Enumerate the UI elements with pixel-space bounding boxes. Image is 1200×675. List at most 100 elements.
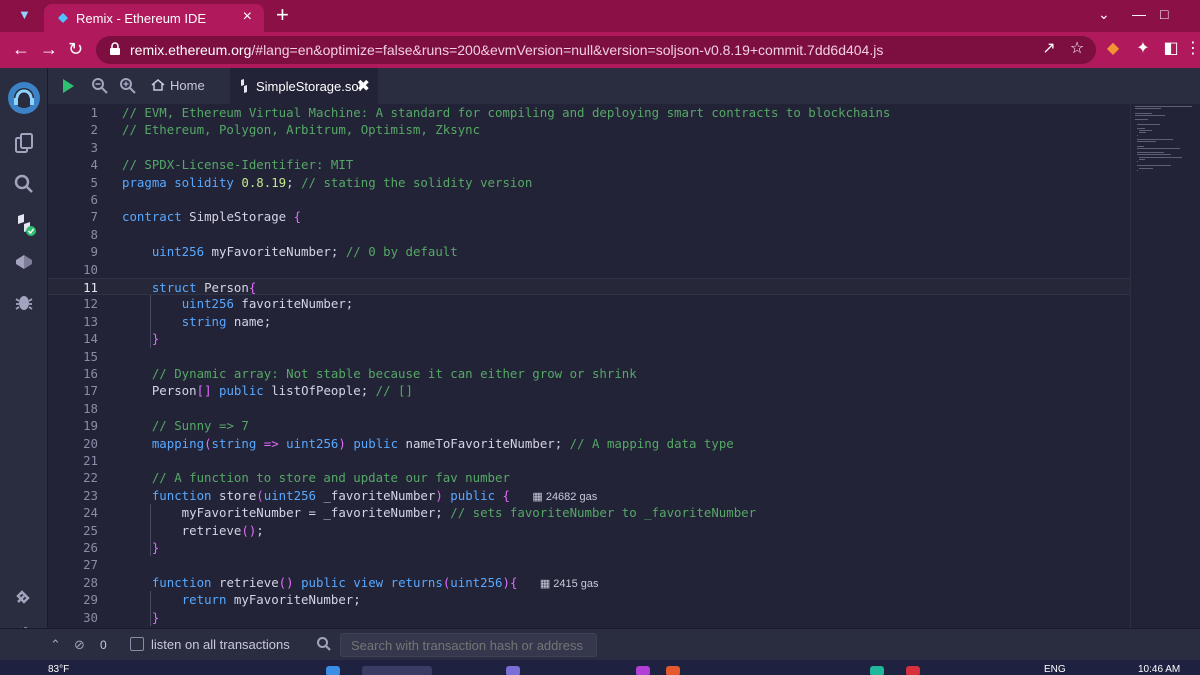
solidity-compiler-icon[interactable] (10, 210, 38, 238)
close-icon[interactable]: ✖ (357, 76, 370, 96)
tab-list-chevron-icon[interactable]: ⌄ (1098, 6, 1110, 23)
pending-tx-count: 0 (100, 638, 107, 652)
code-line[interactable]: 9 uint256 myFavoriteNumber; // 0 by defa… (48, 243, 1130, 260)
code-line[interactable]: 20 mapping(string => uint256) public nam… (48, 435, 1130, 452)
bookmark-star-icon[interactable]: ☆ (1068, 40, 1086, 58)
code-line[interactable]: 17 Person[] public listOfPeople; // [] (48, 382, 1130, 399)
clear-console-icon[interactable]: ⊘ (74, 637, 90, 653)
code-line[interactable]: 8 (48, 226, 1130, 243)
line-number: 3 (90, 139, 98, 155)
side-panel-icon[interactable]: ◧ (1162, 40, 1180, 58)
code-line[interactable]: 24 myFavoriteNumber = _favoriteNumber; /… (48, 504, 1130, 521)
taskbar-app-icon[interactable] (666, 666, 680, 675)
code-text: // Sunny => 7 (151, 418, 249, 434)
share-icon[interactable]: ↗ (1040, 40, 1058, 58)
search-icon[interactable] (10, 170, 38, 198)
minimize-button[interactable]: — (1132, 6, 1146, 22)
indent-guide (150, 295, 151, 348)
code-line[interactable]: 27 (48, 556, 1130, 573)
code-line[interactable]: 5 pragma solidity 0.8.19; // stating the … (48, 174, 1130, 191)
code-line[interactable]: 16 // Dynamic array: Not stable because … (48, 365, 1130, 382)
extensions-puzzle-icon[interactable]: ✦ (1134, 40, 1152, 58)
code-line[interactable]: 25 retrieve(); (48, 522, 1130, 539)
code-editor[interactable]: 1 // EVM, Ethereum Virtual Machine: A sta… (48, 104, 1130, 660)
tab-search-icon[interactable]: ▼ (18, 8, 32, 22)
code-line[interactable]: 1 // EVM, Ethereum Virtual Machine: A sta… (48, 104, 1130, 121)
back-arrow-icon[interactable]: ← (12, 40, 30, 58)
browser-tab[interactable]: Remix - Ethereum IDE × (44, 4, 264, 32)
minimap-line (1137, 152, 1164, 154)
code-text: retrieve(); (122, 522, 264, 538)
listen-checkbox[interactable] (130, 637, 144, 651)
metamask-icon[interactable]: ◆ (1104, 40, 1122, 58)
terminal-bar: ⌃ ⊘ 0 listen on all transactions (0, 628, 1200, 660)
minimap-line (1137, 123, 1160, 125)
zoom-in-icon[interactable] (118, 76, 138, 96)
remix-logo-icon[interactable] (4, 78, 44, 118)
tab-close-icon[interactable]: × (243, 8, 252, 26)
code-line[interactable]: 12 uint256 favoriteNumber; (48, 295, 1130, 312)
deploy-run-icon[interactable] (10, 250, 38, 278)
file-explorer-icon[interactable] (10, 130, 38, 158)
code-line[interactable]: 30 } (48, 609, 1130, 626)
line-number: 9 (90, 244, 98, 260)
taskbar-app-icon[interactable] (506, 666, 520, 675)
code-text: string name; (181, 313, 272, 329)
code-line[interactable]: 23 function store(uint256 _favoriteNumbe… (48, 487, 1130, 504)
editor-minimap[interactable] (1130, 104, 1200, 660)
reload-icon[interactable]: ↻ (68, 40, 83, 58)
code-line[interactable]: 11 struct Person{ (48, 278, 1130, 296)
run-play-icon[interactable] (58, 76, 78, 96)
url-bar[interactable]: remix.ethereum.org/#lang=en&optimize=fal… (96, 36, 1096, 64)
code-line[interactable]: 26 } (48, 539, 1130, 556)
minimap-line (1135, 114, 1166, 116)
minimap-line (1137, 141, 1157, 143)
line-number: 14 (83, 331, 98, 347)
taskbar-app-icon[interactable] (870, 666, 884, 675)
minimap-line (1137, 134, 1138, 136)
lock-icon (110, 42, 120, 55)
code-line[interactable]: 6 (48, 191, 1130, 208)
line-number: 16 (83, 366, 98, 381)
windows-start-icon[interactable] (326, 666, 340, 675)
listen-label: listen on all transactions (151, 637, 290, 652)
menu-kebab-icon[interactable]: ⋮ (1184, 40, 1200, 58)
minimap-line (1135, 112, 1153, 114)
code-line[interactable]: 15 (48, 348, 1130, 365)
code-line[interactable]: 2 // Ethereum, Polygon, Arbitrum, Optimis… (48, 121, 1130, 138)
code-line[interactable]: 28 function retrieve() public view retur… (48, 574, 1130, 591)
code-line[interactable]: 3 (48, 139, 1130, 156)
code-text: myFavoriteNumber = _favoriteNumber; // s… (122, 505, 757, 521)
code-line[interactable]: 4 // SPDX-License-Identifier: MIT (48, 156, 1130, 173)
minimap-line (1137, 128, 1145, 129)
code-line[interactable]: 18 (48, 400, 1130, 417)
line-number: 24 (83, 505, 98, 521)
taskbar-app-icon[interactable] (906, 666, 920, 675)
line-number: 29 (83, 592, 98, 608)
debugger-bug-icon[interactable] (10, 288, 38, 316)
chevron-up-icon[interactable]: ⌃ (50, 637, 66, 653)
forward-arrow-icon[interactable]: → (40, 40, 58, 58)
code-text: } (151, 331, 160, 347)
line-number: 13 (83, 313, 98, 329)
code-line[interactable]: 14 } (48, 330, 1130, 347)
code-line[interactable]: 22 // A function to store and update our… (48, 469, 1130, 486)
line-number: 15 (83, 348, 98, 364)
taskbar-search-icon[interactable] (362, 666, 432, 675)
code-line[interactable]: 19 // Sunny => 7 (48, 417, 1130, 434)
line-number: 4 (90, 157, 98, 173)
line-number: 12 (83, 296, 98, 312)
code-line[interactable]: 21 (48, 452, 1130, 469)
code-line[interactable]: 7 contract SimpleStorage { (48, 208, 1130, 225)
transaction-search-input[interactable] (340, 633, 597, 657)
minimap-line (1139, 167, 1153, 169)
maximize-button[interactable]: □ (1160, 6, 1168, 22)
zoom-out-icon[interactable] (90, 76, 110, 96)
code-line[interactable]: 13 string name; (48, 313, 1130, 330)
code-line[interactable]: 29 return myFavoriteNumber; (48, 591, 1130, 608)
taskbar-app-icon[interactable] (636, 666, 650, 675)
new-tab-button[interactable]: + (276, 4, 289, 26)
plugin-manager-icon[interactable] (10, 582, 38, 610)
tab-simplestorage-sol[interactable]: SimpleStorage.sol ✖ (230, 68, 378, 104)
code-line[interactable]: 10 (48, 261, 1130, 278)
